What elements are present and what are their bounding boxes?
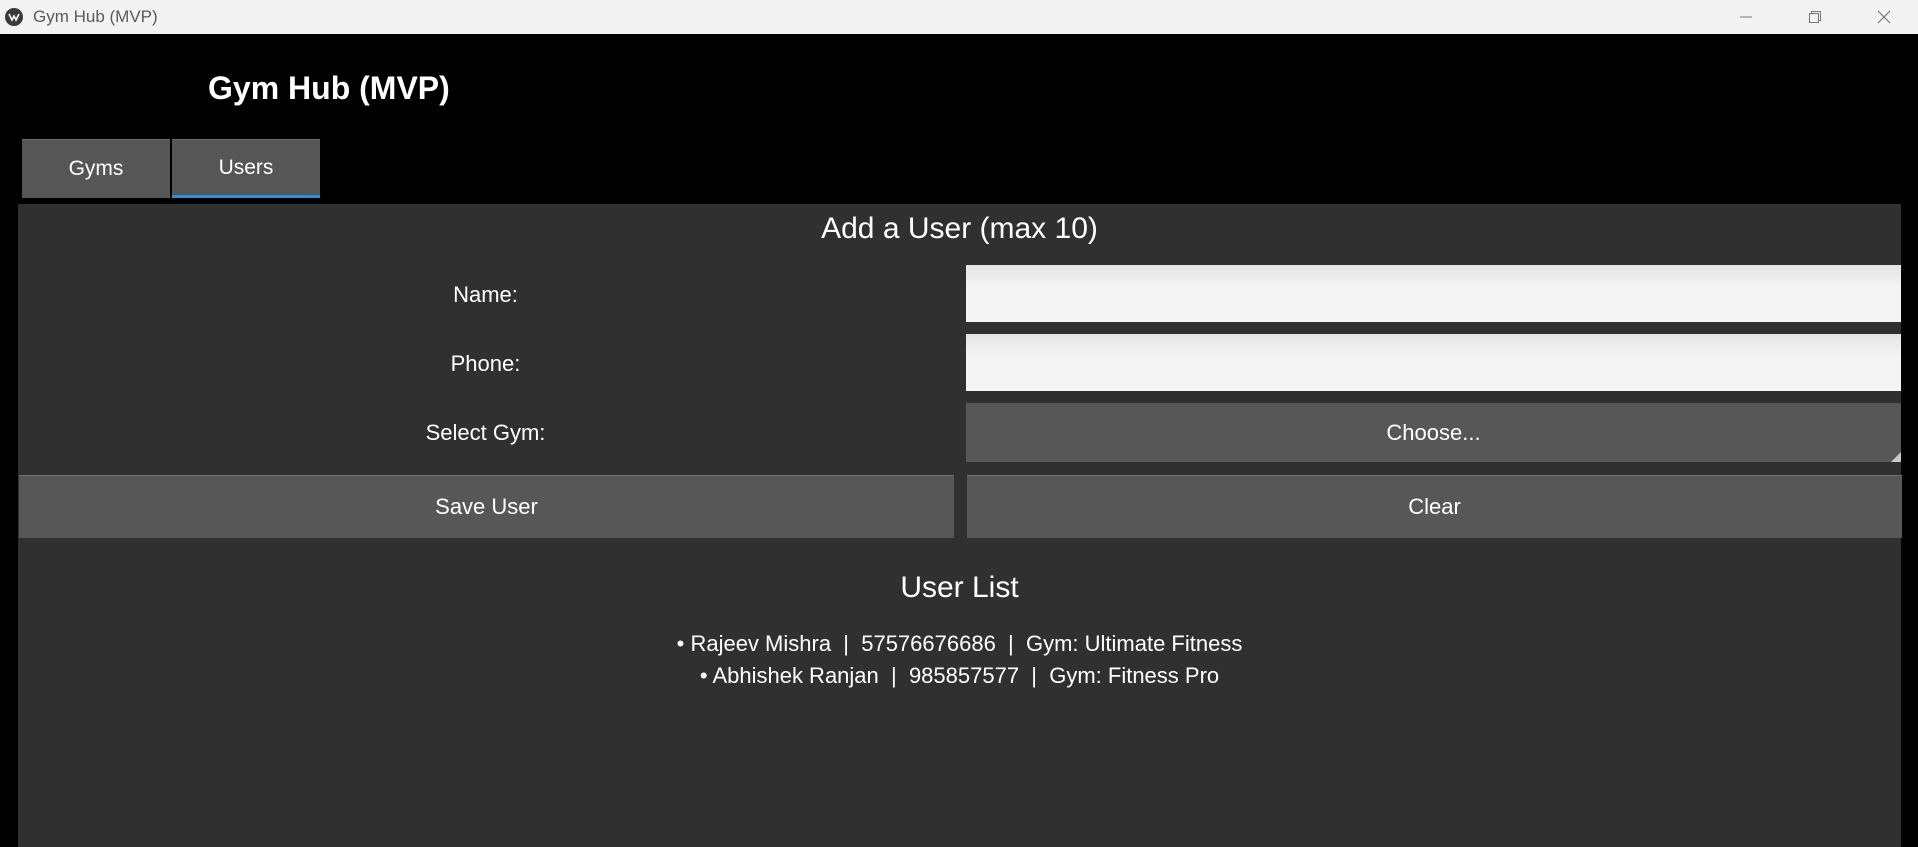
- form-title: Add a User (max 10): [821, 212, 1098, 245]
- name-label: Name:: [453, 282, 518, 307]
- close-button[interactable]: [1849, 0, 1918, 34]
- minimize-icon: [1739, 16, 1752, 18]
- phone-label: Phone:: [450, 351, 521, 376]
- close-icon: [1877, 10, 1890, 24]
- phone-input[interactable]: [966, 334, 1901, 391]
- users-panel: Add a User (max 10) Name: Phone: Select …: [18, 204, 1902, 847]
- gym-select-label: Select Gym:: [425, 420, 546, 445]
- save-user-button[interactable]: Save User: [19, 475, 954, 538]
- user-list: • Rajeev Mishra | 57576676686 | Gym: Ult…: [18, 628, 1901, 692]
- tab-gyms[interactable]: Gyms: [22, 139, 170, 198]
- user-list-title: User List: [900, 571, 1019, 604]
- window-controls: [1711, 0, 1918, 34]
- form-header: Add a User (max 10): [18, 204, 1901, 254]
- restore-icon: [1808, 11, 1821, 23]
- list-item: • Rajeev Mishra | 57576676686 | Gym: Ult…: [676, 631, 1243, 656]
- gym-select-text: Choose...: [1386, 419, 1481, 445]
- app-window: Gym Hub (MVP) Gym Hub (MVP) Gyms Users A…: [0, 0, 1918, 847]
- restore-button[interactable]: [1780, 0, 1849, 34]
- minimize-button[interactable]: [1711, 0, 1780, 34]
- dropdown-corner-icon: [1891, 452, 1901, 462]
- tab-users[interactable]: Users: [172, 139, 320, 198]
- clear-button[interactable]: Clear: [967, 475, 1902, 538]
- name-input[interactable]: [966, 265, 1901, 322]
- gym-select-dropdown[interactable]: Choose...: [966, 403, 1901, 462]
- app-title: Gym Hub (MVP): [208, 70, 450, 106]
- list-item: • Abhishek Ranjan | 985857577 | Gym: Fit…: [699, 663, 1220, 688]
- title-bar: Gym Hub (MVP): [0, 0, 1918, 34]
- window-title: Gym Hub (MVP): [33, 7, 158, 26]
- app-logo-icon: [5, 8, 23, 26]
